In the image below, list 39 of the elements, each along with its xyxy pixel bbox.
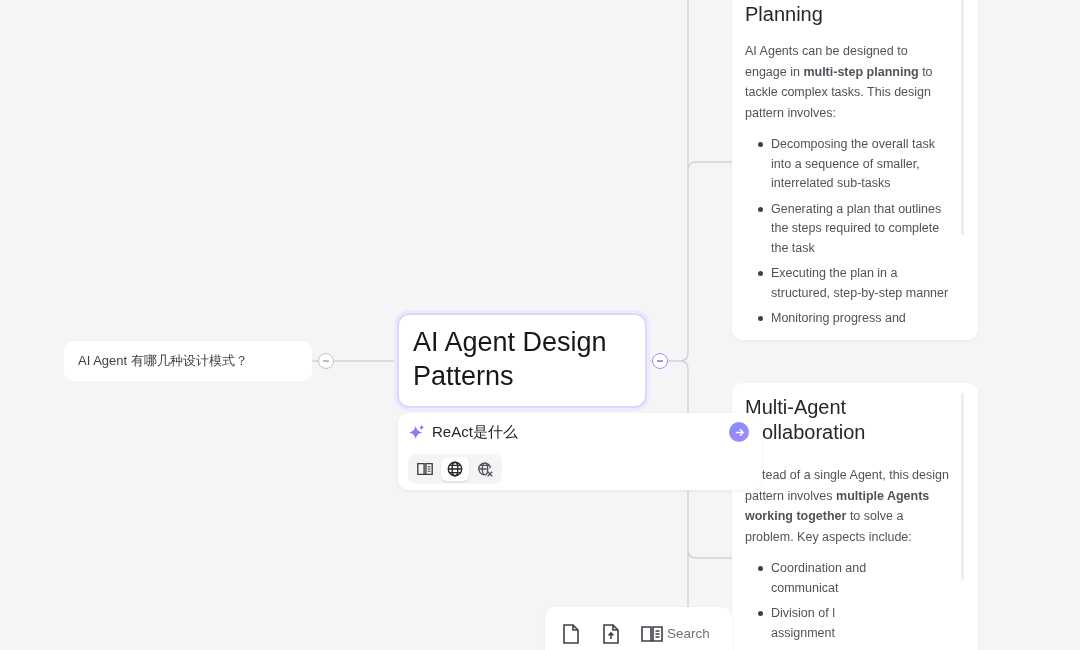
mindmap-node[interactable]: AI Agent 有哪几种设计模式？ <box>64 341 312 381</box>
bullet-icon <box>758 566 763 571</box>
root-node[interactable]: AI Agent Design Patterns <box>397 313 647 408</box>
bullet-icon <box>758 271 763 276</box>
list-item: Generating a plan that outlines the steps required to complete the task <box>771 200 942 257</box>
bullet-icon <box>758 611 763 616</box>
bullet-icon <box>758 316 763 321</box>
search-button[interactable]: Search <box>641 623 710 645</box>
list-item: Monitoring progress and <box>771 310 906 327</box>
card-title: Planning <box>745 2 823 27</box>
new-file-button[interactable] <box>561 623 581 645</box>
sparkle-icon <box>408 423 425 441</box>
globe-icon <box>446 459 464 478</box>
question-input[interactable]: ReAct是什么 <box>432 421 722 444</box>
list-item: Division of l assignment <box>771 605 835 642</box>
collapse-toggle[interactable] <box>652 353 668 369</box>
send-button[interactable] <box>729 422 749 443</box>
book-icon <box>641 624 663 644</box>
card-paragraph: AI Agents can be designed to engage in multi-step planning to tackle complex tasks. This design pattern involves: <box>745 43 934 122</box>
collapse-toggle[interactable] <box>318 353 334 369</box>
bullet-icon <box>758 206 763 212</box>
list-item: Executing the plan in a structured, step-by-step manner <box>771 265 949 302</box>
content-card[interactable] <box>732 383 978 650</box>
file-icon <box>561 623 581 645</box>
arrow-right-icon <box>733 426 745 438</box>
card-title: ollaboration <box>762 420 866 445</box>
globe-off-icon <box>476 459 494 478</box>
upload-file-button[interactable] <box>601 623 621 645</box>
file-upload-icon <box>601 623 621 645</box>
minus-icon <box>656 357 664 365</box>
card-paragraph: pattern involves multiple Agents working together to solve a problem. Key aspects include: <box>745 487 931 546</box>
list-item: Decomposing the overall task into a sequence of smaller, interrelated sub-tasks <box>771 136 935 192</box>
bullet-icon <box>758 142 763 147</box>
card-title: Multi-Agent <box>745 395 847 420</box>
card-text: tead of a single Agent, this design <box>762 467 949 484</box>
content-card[interactable] <box>732 0 978 340</box>
minus-icon <box>322 357 330 365</box>
list-item: Coordination and communicat <box>771 560 867 597</box>
globe-mode-button[interactable] <box>441 456 469 481</box>
